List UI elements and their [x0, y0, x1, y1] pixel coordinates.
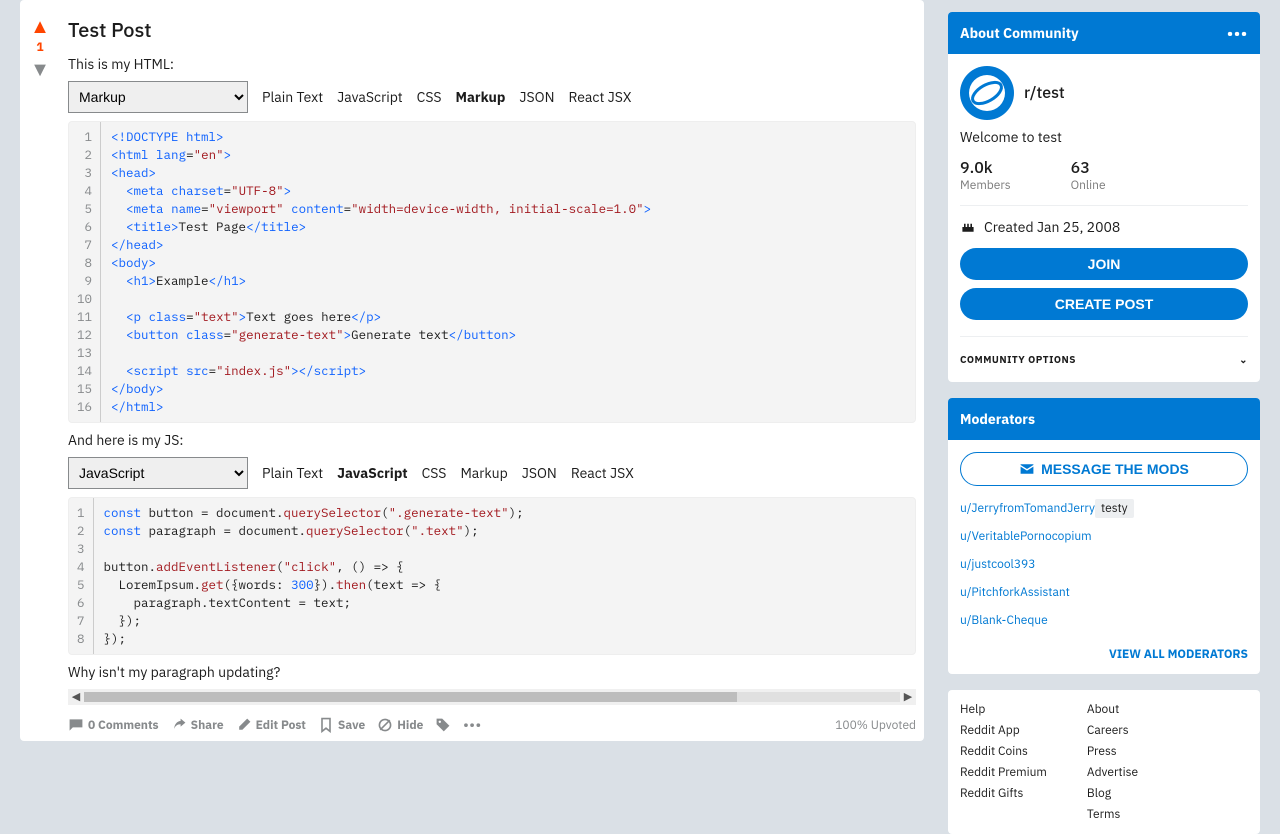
vote-column: ▲ 1 ▼: [20, 8, 60, 733]
footer-widget: Help Reddit App Reddit Coins Reddit Premium…: [948, 690, 1260, 834]
online-count: 63: [1071, 158, 1106, 178]
upvoted-label: 100% Upvoted: [835, 718, 916, 733]
moderator-link[interactable]: u/VeritablePornocopium: [960, 529, 1092, 544]
moderators-widget: Moderators MESSAGE THE MODS u/JerryfromT…: [948, 398, 1260, 674]
lang-tab-reactjsx[interactable]: React JSX: [568, 88, 631, 106]
moderator-badge: testy: [1095, 499, 1134, 518]
pencil-icon: [236, 717, 252, 733]
lang-tab-css-2[interactable]: CSS: [422, 464, 447, 482]
created-row: Created Jan 25, 2008: [960, 218, 1248, 236]
post-card: ▲ 1 ▼ Test Post This is my HTML: Markup …: [20, 0, 924, 741]
horizontal-scrollbar: ◀ ▶: [68, 689, 916, 705]
tag-action[interactable]: [435, 717, 451, 733]
lang-tab-css[interactable]: CSS: [417, 88, 442, 106]
join-button[interactable]: JOIN: [960, 248, 1248, 280]
footer-link[interactable]: Reddit Coins: [960, 744, 1047, 759]
vote-score: 1: [36, 40, 43, 55]
lang-tab-javascript[interactable]: JavaScript: [337, 88, 403, 106]
post-title: Test Post: [68, 8, 916, 43]
cake-icon: [960, 219, 976, 235]
gutter-js: 12345678: [69, 498, 94, 654]
lang-tab-reactjsx-2[interactable]: React JSX: [571, 464, 634, 482]
downvote-arrow-icon[interactable]: ▼: [30, 59, 50, 79]
scroll-track[interactable]: [84, 692, 900, 702]
gutter: 12345678910111213141516: [69, 122, 101, 422]
code-block-js: 12345678 const button = document.querySe…: [68, 497, 916, 655]
members-label: Members: [960, 178, 1011, 193]
language-row-html: Markup Plain Text JavaScript CSS Markup …: [68, 81, 916, 113]
hide-action[interactable]: Hide: [377, 717, 423, 733]
community-options-toggle[interactable]: COMMUNITY OPTIONS ⌄: [960, 349, 1248, 370]
comment-icon: [68, 717, 84, 733]
tag-icon: [435, 717, 451, 733]
moderator-link[interactable]: u/PitchforkAssistant: [960, 585, 1070, 600]
language-select-js[interactable]: JavaScript: [68, 457, 248, 489]
footer-link[interactable]: Reddit App: [960, 723, 1047, 738]
online-label: Online: [1071, 178, 1106, 193]
create-post-button[interactable]: CREATE POST: [960, 288, 1248, 320]
footer-link[interactable]: Advertise: [1087, 765, 1138, 780]
mail-icon: [1019, 461, 1035, 477]
footer-link[interactable]: Terms: [1087, 807, 1138, 822]
lang-tab-plaintext[interactable]: Plain Text: [262, 88, 323, 106]
comments-action[interactable]: 0 Comments: [68, 717, 159, 733]
save-action[interactable]: Save: [318, 717, 365, 733]
scroll-right-icon[interactable]: ▶: [900, 690, 916, 704]
post-intro-js: And here is my JS:: [68, 431, 916, 449]
footer-link[interactable]: Blog: [1087, 786, 1138, 801]
lang-tab-json-2[interactable]: JSON: [522, 464, 557, 482]
community-icon: [960, 66, 1014, 120]
more-action[interactable]: •••: [463, 718, 481, 733]
language-select-html[interactable]: Markup: [68, 81, 248, 113]
code-js: const button = document.querySelector(".…: [94, 498, 534, 654]
message-mods-button[interactable]: MESSAGE THE MODS: [960, 452, 1248, 486]
moderator-link[interactable]: u/Blank-Cheque: [960, 613, 1048, 628]
share-icon: [171, 717, 187, 733]
footer-link[interactable]: About: [1087, 702, 1138, 717]
scroll-thumb[interactable]: [84, 692, 737, 702]
language-row-js: JavaScript Plain Text JavaScript CSS Mar…: [68, 457, 916, 489]
chevron-down-icon: ⌄: [1239, 353, 1248, 366]
lang-tab-markup-2[interactable]: Markup: [460, 464, 507, 482]
moderator-link[interactable]: u/JerryfromTomandJerry: [960, 501, 1095, 516]
share-action[interactable]: Share: [171, 717, 224, 733]
post-question: Why isn't my paragraph updating?: [68, 663, 916, 681]
moderators-header: Moderators: [948, 398, 1260, 440]
moderator-link[interactable]: u/justcool393: [960, 557, 1035, 572]
bookmark-icon: [318, 717, 334, 733]
lang-tab-markup[interactable]: Markup: [456, 88, 506, 106]
footer-link[interactable]: Careers: [1087, 723, 1138, 738]
footer-link[interactable]: Reddit Gifts: [960, 786, 1047, 801]
post-actions: 0 Comments Share Edit Post Save: [68, 713, 916, 733]
about-header: About Community •••: [948, 12, 1260, 54]
members-count: 9.0k: [960, 158, 1011, 178]
scroll-left-icon[interactable]: ◀: [68, 690, 84, 704]
lang-tab-javascript-2[interactable]: JavaScript: [337, 464, 407, 482]
footer-link[interactable]: Reddit Premium: [960, 765, 1047, 780]
edit-action[interactable]: Edit Post: [236, 717, 306, 733]
code-html: <!DOCTYPE html> <html lang="en"> <head> …: [101, 122, 661, 422]
community-desc: Welcome to test: [960, 128, 1248, 146]
lang-tab-plaintext-2[interactable]: Plain Text: [262, 464, 323, 482]
upvote-arrow-icon[interactable]: ▲: [30, 16, 50, 36]
footer-link[interactable]: Help: [960, 702, 1047, 717]
view-all-mods-link[interactable]: VIEW ALL MODERATORS: [1109, 647, 1248, 662]
post-intro-html: This is my HTML:: [68, 55, 916, 73]
code-block-html: 12345678910111213141516 <!DOCTYPE html> …: [68, 121, 916, 423]
hide-icon: [377, 717, 393, 733]
about-more-icon[interactable]: •••: [1227, 24, 1248, 42]
lang-tab-json[interactable]: JSON: [519, 88, 554, 106]
stats-row: 9.0k Members 63 Online: [960, 158, 1248, 193]
community-name[interactable]: r/test: [1024, 83, 1065, 103]
footer-link[interactable]: Press: [1087, 744, 1138, 759]
about-community-widget: About Community ••• r/test Welcome to te…: [948, 12, 1260, 382]
